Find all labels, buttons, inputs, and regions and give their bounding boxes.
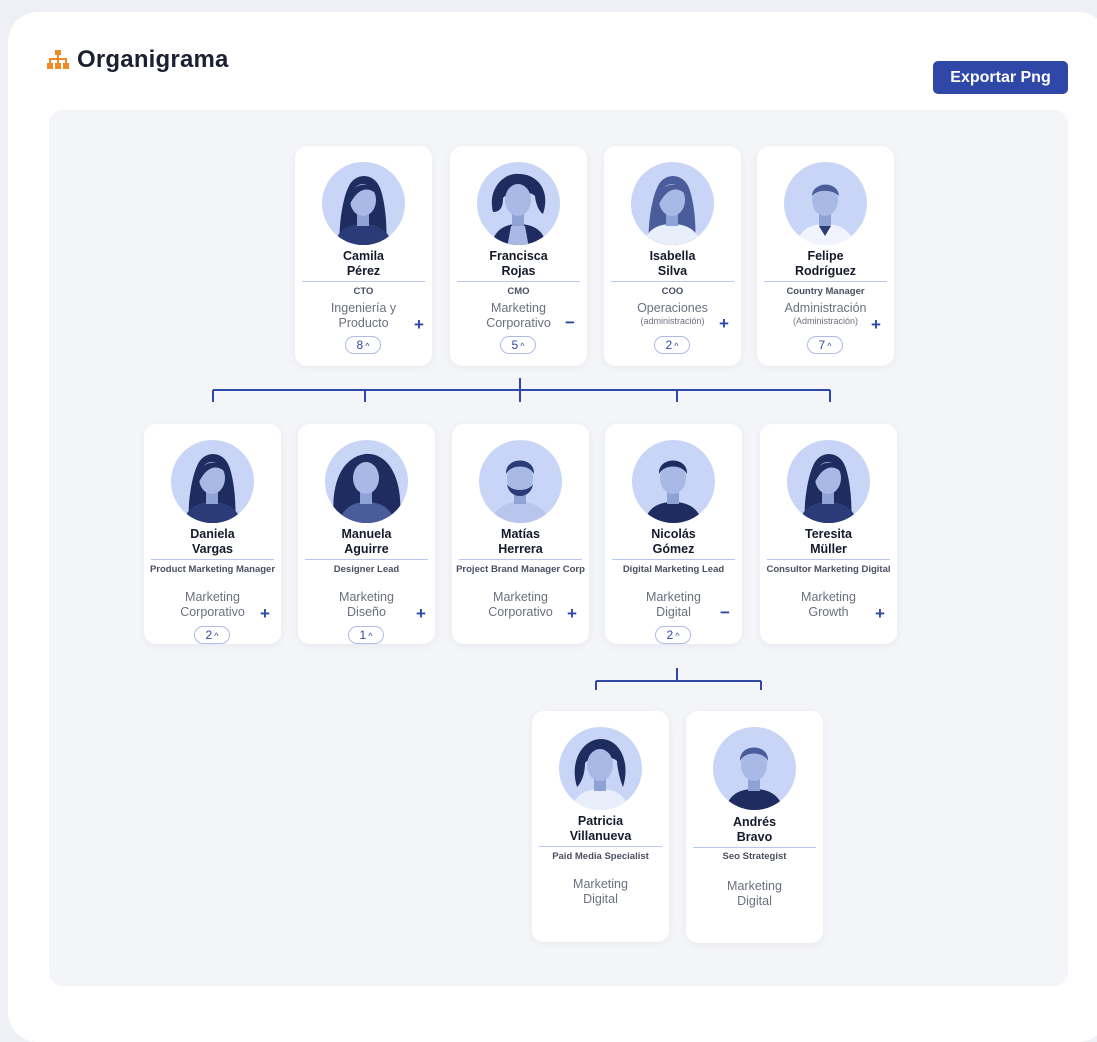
employee-department: Marketing Digital [573,877,628,906]
employee-role: CMO [507,286,530,297]
employee-card[interactable]: Andrés Bravo Seo Strategist Marketing Digi… [686,711,823,943]
employee-name: Daniela Vargas [190,527,235,556]
employee-role: CTO [353,286,374,297]
avatar [322,162,405,245]
expand-toggle[interactable]: + [259,605,271,622]
employee-card[interactable]: Manuela Aguirre Designer Lead Marketing Di… [298,424,435,644]
avatar [477,162,560,245]
employee-role: Paid Media Specialist [552,851,649,862]
employee-role: Country Manager [786,286,865,297]
employee-card[interactable]: Isabella Silva COO Operaciones (administra… [604,146,741,366]
reports-count[interactable]: 7 ^ [807,336,843,354]
employee-role: Digital Marketing Lead [622,564,725,575]
avatar [171,440,254,523]
reports-count[interactable]: 5 ^ [500,336,536,354]
avatar [784,162,867,245]
org-chart-icon [47,50,69,69]
reports-count[interactable]: 2 ^ [194,626,230,644]
employee-card[interactable]: Camila Pérez CTO Ingeniería y Producto + 8… [295,146,432,366]
employee-role: Seo Strategist [722,851,787,862]
employee-card[interactable]: Felipe Rodríguez Country Manager Administ… [757,146,894,366]
employee-department: Ingeniería y Producto [330,301,397,330]
avatar [632,440,715,523]
expand-toggle[interactable]: + [413,316,425,333]
chevron-up-icon: ^ [214,631,219,641]
avatar [787,440,870,523]
divider [612,559,735,560]
divider [459,559,582,560]
employee-card[interactable]: Nicolás Gómez Digital Marketing Lead Mark… [605,424,742,644]
employee-name: Manuela Aguirre [341,527,392,556]
employee-card[interactable]: Teresita Müller Consultor Marketing Digit… [760,424,897,644]
avatar [631,162,714,245]
chevron-up-icon: ^ [520,341,525,351]
employee-name: Matías Herrera [498,527,543,556]
employee-name: Isabella Silva [649,249,696,278]
collapse-toggle[interactable]: − [564,314,576,331]
page-title: Organigrama [47,46,229,74]
chevron-up-icon: ^ [675,631,680,641]
employee-name: Teresita Müller [804,527,852,556]
expand-toggle[interactable]: + [870,316,882,333]
employee-department: Marketing Corporativo [180,590,245,619]
expand-toggle[interactable]: + [718,315,730,332]
employee-role: Project Brand Manager Corp [456,564,585,575]
employee-card[interactable]: Francisca Rojas CMO Marketing Corporativo … [450,146,587,366]
employee-role: COO [661,286,684,297]
divider [693,847,816,848]
avatar [325,440,408,523]
expand-toggle[interactable]: + [874,605,886,622]
divider [305,559,428,560]
page-title-text: Organigrama [77,46,229,73]
employee-role: Designer Lead [333,564,400,575]
chevron-up-icon: ^ [368,631,373,641]
export-png-button[interactable]: Exportar Png [933,61,1068,94]
expand-toggle[interactable]: + [415,605,427,622]
employee-department: Marketing Diseño [339,590,394,619]
expand-toggle[interactable]: + [566,605,578,622]
employee-card[interactable]: Matías Herrera Project Brand Manager Corp… [452,424,589,644]
employee-card[interactable]: Patricia Villanueva Paid Media Specialist… [532,711,669,942]
reports-count[interactable]: 2 ^ [655,626,691,644]
reports-count[interactable]: 8 ^ [345,336,381,354]
avatar [479,440,562,523]
divider [767,559,890,560]
chevron-up-icon: ^ [827,341,832,351]
divider [764,281,887,282]
reports-count[interactable]: 2 ^ [654,336,690,354]
employee-role: Consultor Marketing Digital [766,564,891,575]
chevron-up-icon: ^ [674,341,679,351]
employee-name: Patricia Villanueva [569,814,632,843]
employee-name: Andrés Bravo [732,815,777,844]
employee-name: Camila Pérez [343,249,384,278]
employee-card[interactable]: Daniela Vargas Product Marketing Manager … [144,424,281,644]
divider [457,281,580,282]
avatar [559,727,642,810]
avatar [713,727,796,810]
collapse-toggle[interactable]: − [719,604,731,621]
divider [611,281,734,282]
divider [539,846,662,847]
chevron-up-icon: ^ [365,341,370,351]
employee-name: Francisca Rojas [489,249,548,278]
divider [302,281,425,282]
employee-role: Product Marketing Manager [149,564,276,575]
divider [151,559,274,560]
employee-name: Felipe Rodríguez [794,249,857,278]
employee-department: Marketing Digital [727,879,782,908]
reports-count[interactable]: 1 ^ [348,626,384,644]
employee-name: Nicolás Gómez [651,527,696,556]
